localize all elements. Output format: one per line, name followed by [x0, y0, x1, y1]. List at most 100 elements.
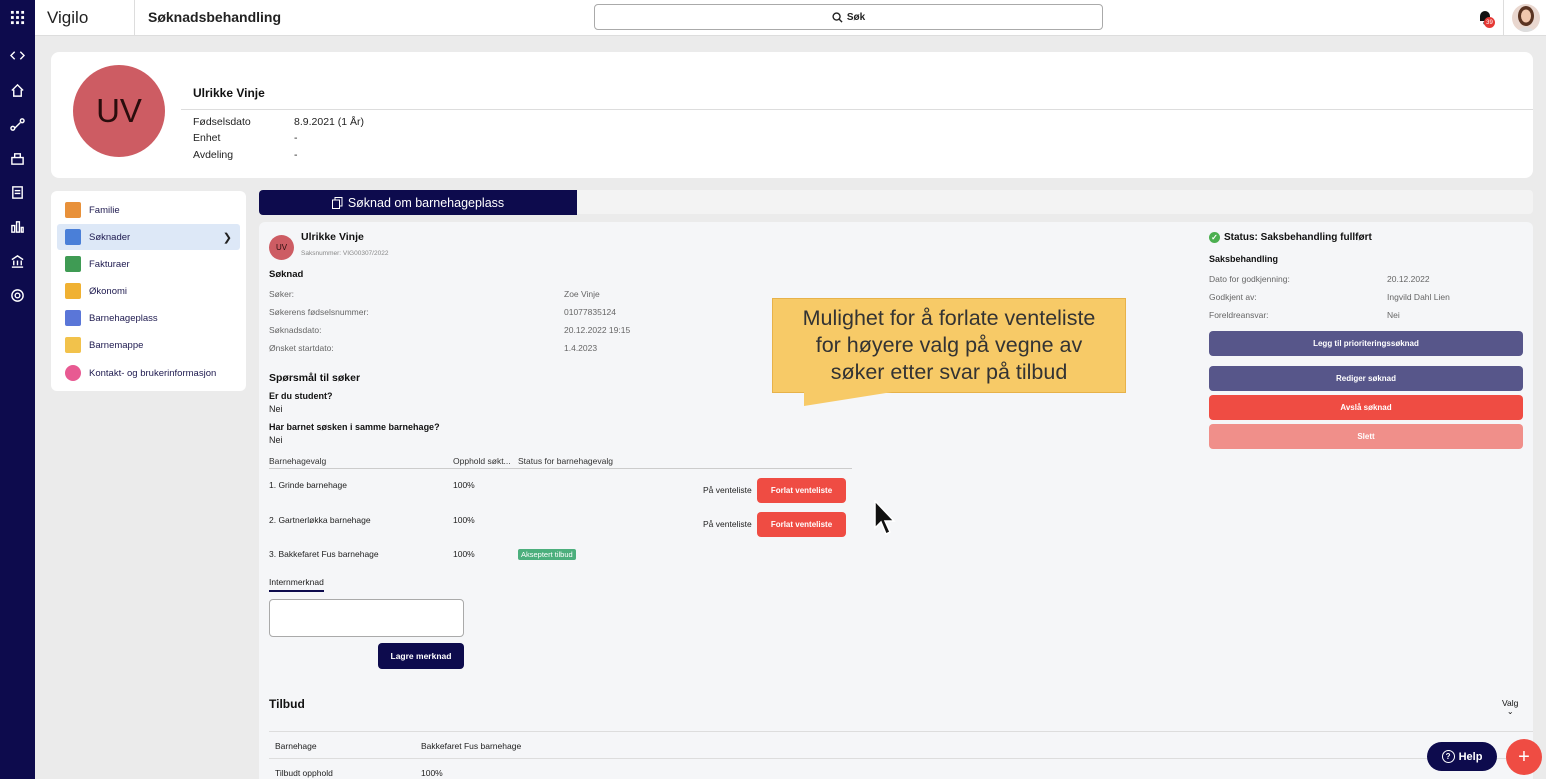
gear-icon[interactable]: [7, 285, 27, 305]
reject-application-button[interactable]: Avslå søknad: [1209, 395, 1523, 420]
route-icon[interactable]: [7, 114, 27, 134]
menu-item-kontakt[interactable]: Kontakt- og brukerinformasjon: [57, 360, 240, 386]
bank-icon[interactable]: [7, 251, 27, 271]
callout-tail: [804, 392, 892, 406]
divider: [269, 758, 1533, 759]
menu-item-barnehageplass[interactable]: Barnehageplass: [57, 305, 240, 331]
check-circle-icon: ✓: [1209, 232, 1220, 243]
offer-label: Tilbudt opphold: [275, 768, 333, 778]
avatar: UV: [269, 235, 294, 260]
divider: [181, 109, 1533, 110]
menu-item-label: Økonomi: [89, 285, 128, 297]
brand-logo[interactable]: Vigilo: [47, 8, 88, 28]
add-button[interactable]: +: [1506, 739, 1542, 775]
field-label: Godkjent av:: [1209, 292, 1257, 302]
field-label: Fødselsdato: [193, 116, 251, 128]
question-icon: ?: [1441, 750, 1455, 763]
status-badge: Akseptert tilbud: [518, 549, 576, 560]
leave-waitlist-button[interactable]: Forlat venteliste: [757, 512, 846, 537]
app-title: Søknadsbehandling: [148, 9, 282, 25]
stay-percent: 100%: [453, 549, 475, 559]
column-header: Opphold søkt...: [453, 456, 511, 466]
notification-badge: 39: [1484, 17, 1495, 28]
code-icon[interactable]: [7, 45, 27, 65]
chart-icon[interactable]: [7, 216, 27, 236]
section-title: Søknad: [269, 269, 304, 280]
field-value: 1.4.2023: [564, 343, 598, 353]
divider: [269, 731, 1533, 732]
field-value: 20.12.2022 19:15: [564, 325, 631, 335]
offer-value: Bakkefaret Fus barnehage: [421, 741, 522, 751]
field-label: Enhet: [193, 132, 221, 144]
menu-item-soknader[interactable]: Søknader ❯: [57, 224, 240, 250]
field-label: Søkerens fødselsnummer:: [269, 307, 369, 317]
field-value: Zoe Vinje: [564, 289, 600, 299]
search-label: Søk: [846, 11, 866, 23]
family-icon: [65, 202, 81, 218]
chevron-right-icon: ❯: [222, 232, 232, 244]
delete-button[interactable]: Slett: [1209, 424, 1523, 449]
menu-item-okonomi[interactable]: Økonomi: [57, 278, 240, 304]
coins-icon: [65, 283, 81, 299]
field-value: 01077835124: [564, 307, 617, 317]
stay-percent: 100%: [453, 515, 475, 525]
add-priority-application-button[interactable]: Legg til prioriteringssøknad: [1209, 331, 1523, 356]
tab-internmerknad[interactable]: Internmerknad: [269, 577, 324, 592]
callout-line: søker etter svar på tilbud: [830, 360, 1068, 384]
callout-line: for høyere valg på vegne av: [815, 333, 1083, 357]
help-button[interactable]: ? Help: [1427, 742, 1497, 771]
building-icon[interactable]: [7, 148, 27, 168]
search-bar[interactable]: Søk: [594, 4, 1103, 30]
copy-icon: [331, 196, 343, 209]
user-avatar[interactable]: [1512, 4, 1540, 32]
offer-label: Barnehage: [275, 741, 317, 751]
divider: [1503, 0, 1504, 36]
field-value: -: [294, 132, 298, 144]
field-value: Ingvild Dahl Lien: [1387, 292, 1450, 302]
options-dropdown[interactable]: Valg ⌄: [1502, 698, 1518, 716]
answer: Nei: [269, 435, 283, 445]
menu-item-label: Kontakt- og brukerinformasjon: [89, 367, 217, 379]
menu-item-label: Barnehageplass: [89, 312, 158, 324]
profile-name: Ulrikke Vinje: [193, 86, 265, 100]
leave-waitlist-button[interactable]: Forlat venteliste: [757, 478, 846, 503]
save-note-button[interactable]: Lagre merknad: [378, 643, 464, 669]
document-icon[interactable]: [7, 182, 27, 202]
case-number: Saksnummer: VIG00307/2022: [301, 250, 389, 257]
field-label: Avdeling: [193, 149, 234, 161]
grid-icon[interactable]: [7, 7, 27, 27]
side-menu: Familie Søknader ❯ Fakturaer Økonomi Bar…: [51, 191, 246, 391]
help-label: Help: [1458, 750, 1483, 763]
offer-value: 100%: [421, 768, 443, 778]
menu-item-fakturaer[interactable]: Fakturaer: [57, 251, 240, 277]
field-value: Nei: [1387, 310, 1400, 320]
divider: [269, 468, 852, 469]
note-textarea[interactable]: [269, 599, 464, 637]
home-icon[interactable]: [7, 80, 27, 100]
menu-item-familie[interactable]: Familie: [57, 197, 240, 223]
section-title: Saksbehandling: [1209, 254, 1279, 264]
application-icon: [65, 229, 81, 245]
column-header: Status for barnehagevalg: [518, 456, 613, 466]
question: Har barnet søsken i samme barnehage?: [269, 422, 440, 432]
mouse-cursor-icon: [874, 500, 896, 536]
folder-icon: [65, 337, 81, 353]
menu-item-barnemappe[interactable]: Barnemappe: [57, 332, 240, 358]
kindergarten-name: 2. Gartnerløkka barnehage: [269, 515, 371, 525]
kindergarten-name: 1. Grinde barnehage: [269, 480, 347, 490]
edit-application-button[interactable]: Rediger søknad: [1209, 366, 1523, 391]
menu-item-label: Barnemappe: [89, 339, 144, 351]
divider: [134, 0, 135, 36]
field-label: Søknadsdato:: [269, 325, 322, 335]
field-value: 20.12.2022: [1387, 274, 1430, 284]
kindergarten-name: 3. Bakkefaret Fus barnehage: [269, 549, 379, 559]
field-label: Søker:: [269, 289, 295, 299]
annotation-callout: Mulighet for å forlate venteliste for hø…: [772, 298, 1126, 393]
callout-line: Mulighet for å forlate venteliste: [802, 306, 1096, 330]
tab-soknad[interactable]: Søknad om barnehageplass: [259, 190, 577, 215]
avatar: UV: [73, 65, 165, 157]
field-label: Foreldreansvar:: [1209, 310, 1269, 320]
seesaw-icon: [65, 310, 81, 326]
questions-title: Spørsmål til søker: [269, 372, 361, 384]
field-label: Ønsket startdato:: [269, 343, 334, 353]
